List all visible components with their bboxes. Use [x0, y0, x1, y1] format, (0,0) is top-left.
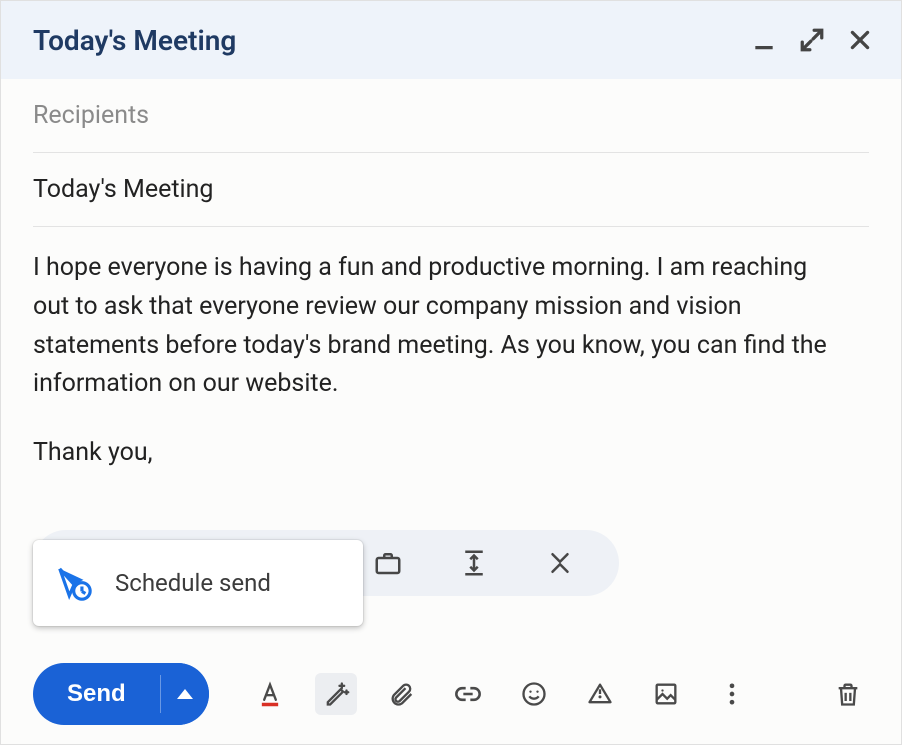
- expand-icon[interactable]: [799, 27, 825, 53]
- insert-link-icon[interactable]: [447, 673, 489, 715]
- expand-vertical-icon[interactable]: [459, 548, 489, 578]
- discard-draft-icon[interactable]: [827, 673, 869, 715]
- schedule-send-icon: [55, 564, 93, 602]
- attach-file-icon[interactable]: [381, 673, 423, 715]
- send-split-button: Send: [33, 663, 209, 725]
- recipients-field[interactable]: Recipients: [33, 79, 869, 153]
- text-format-icon[interactable]: [249, 673, 291, 715]
- close-icon[interactable]: [847, 27, 873, 53]
- briefcase-icon[interactable]: [373, 548, 403, 578]
- schedule-send-label: Schedule send: [115, 569, 271, 597]
- body-paragraph[interactable]: I hope everyone is having a fun and prod…: [33, 249, 847, 404]
- compose-title: Today's Meeting: [33, 24, 751, 57]
- compose-toolbar: Send: [1, 644, 901, 744]
- schedule-send-menu-item[interactable]: Schedule send: [33, 540, 363, 626]
- collapse-icon[interactable]: [545, 548, 575, 578]
- window-controls: [751, 27, 873, 53]
- send-button[interactable]: Send: [33, 663, 160, 725]
- minimize-icon[interactable]: [751, 27, 777, 53]
- magic-write-icon[interactable]: [315, 673, 357, 715]
- compose-header: Today's Meeting: [1, 1, 901, 79]
- send-dropdown-button[interactable]: [161, 663, 209, 725]
- subject-field[interactable]: Today's Meeting: [33, 153, 869, 227]
- insert-drive-icon[interactable]: [579, 673, 621, 715]
- body-text[interactable]: I hope everyone is having a fun and prod…: [33, 249, 869, 473]
- insert-emoji-icon[interactable]: [513, 673, 555, 715]
- insert-image-icon[interactable]: [645, 673, 687, 715]
- more-options-icon[interactable]: [711, 673, 753, 715]
- compose-window: Today's Meeting Recipients Tod: [0, 0, 902, 745]
- formatting-toolbar: [249, 673, 753, 715]
- body-signoff[interactable]: Thank you,: [33, 434, 847, 473]
